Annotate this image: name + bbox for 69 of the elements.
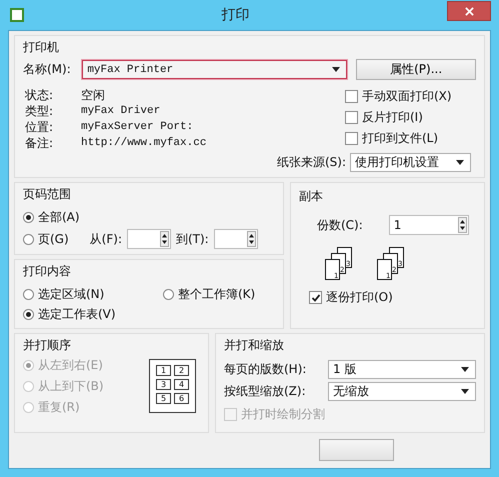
dropdown[interactable]: 1 版	[328, 360, 476, 379]
group-title: 并打和缩放	[224, 337, 285, 354]
option-label: 重复(R)	[38, 399, 80, 416]
radio-button[interactable]	[23, 289, 34, 300]
caret-icon	[456, 160, 464, 165]
checkbox[interactable]	[345, 90, 358, 103]
option-label: 从左到右(E)	[38, 357, 103, 374]
window-title: 打印	[220, 6, 250, 24]
option-label: 全部(A)	[38, 209, 80, 226]
dropdown[interactable]: 使用打印机设置	[350, 153, 471, 172]
info-value: 空闲	[81, 86, 105, 104]
radio-button[interactable]	[23, 234, 34, 244]
radio-option[interactable]: 整个工作簿(K)	[163, 286, 275, 303]
info-value: http://www.myfax.cc	[81, 137, 206, 149]
properties-button[interactable]: 属性(P)...	[356, 59, 476, 80]
paper-source-label: 纸张来源(S):	[276, 154, 346, 171]
app-icon	[10, 8, 24, 22]
info-value: myFax Driver	[81, 105, 160, 117]
group-title: 打印机	[23, 39, 60, 56]
group-title: 打印内容	[23, 263, 72, 280]
caret-icon	[461, 367, 469, 372]
caret-icon	[461, 389, 469, 394]
option-label: 页(G)	[38, 230, 69, 248]
caret-icon	[332, 67, 340, 72]
radio-option[interactable]: 选定区域(N)	[23, 286, 163, 303]
copies-label: 份数(C):	[317, 216, 363, 234]
info-label: 位置:	[25, 118, 54, 136]
checkbox[interactable]	[345, 132, 358, 145]
spin-arrows-icon	[458, 217, 467, 233]
option-label: 选定区域(N)	[38, 286, 104, 303]
spin-arrows-icon	[246, 231, 256, 247]
info-label: 状态:	[25, 86, 54, 104]
checkbox-label: 逐份打印(O)	[326, 289, 393, 306]
scaling-label: 按纸型缩放(Z):	[224, 383, 307, 400]
dialog-button[interactable]	[319, 439, 394, 461]
page-layout-drawing: 1 2 3 4 5 6	[149, 359, 196, 413]
option-label: 选定工作表(V)	[38, 306, 116, 323]
option-label: 整个工作簿(K)	[178, 286, 256, 303]
spin-field[interactable]	[126, 229, 171, 249]
to-label: 到(T):	[176, 230, 209, 248]
radio-option[interactable]: 页(G)	[23, 230, 69, 248]
info-label: 备注:	[25, 134, 54, 152]
scaling-label: 每页的版数(H):	[224, 361, 308, 378]
printer-dropdown[interactable]: myFax Printer	[82, 60, 348, 79]
dropdown[interactable]: 无缩放	[328, 382, 476, 401]
spin-field[interactable]: 1	[388, 215, 469, 235]
option-label: 从上到下(B)	[38, 378, 104, 395]
spin-arrows-icon	[160, 231, 169, 247]
group-title: 并打顺序	[23, 337, 72, 354]
group-title: 副本	[299, 188, 324, 205]
checkbox-label: 并打时绘制分割	[241, 406, 325, 423]
info-value: myFaxServer Port:	[81, 121, 194, 133]
from-label: 从(F):	[90, 230, 122, 248]
spin-field[interactable]	[214, 229, 258, 249]
radio-button[interactable]	[23, 309, 34, 320]
name-label: 名称(M):	[23, 61, 72, 78]
radio-button[interactable]	[23, 212, 34, 223]
radio-option[interactable]: 全部(A)	[23, 209, 275, 226]
close-icon	[464, 6, 474, 16]
checkbox-label: 打印到文件(L)	[362, 130, 438, 147]
checkbox-label: 手动双面打印(X)	[362, 88, 452, 105]
checkbox-label: 反片打印(I)	[362, 109, 423, 126]
info-label: 类型:	[25, 102, 54, 120]
close-button[interactable]	[447, 1, 491, 21]
group-title: 页码范围	[23, 186, 72, 203]
checkbox[interactable]	[345, 111, 358, 124]
checkbox[interactable]	[309, 291, 322, 304]
radio-button[interactable]	[163, 289, 174, 300]
radio-option[interactable]: 选定工作表(V)	[23, 306, 163, 323]
